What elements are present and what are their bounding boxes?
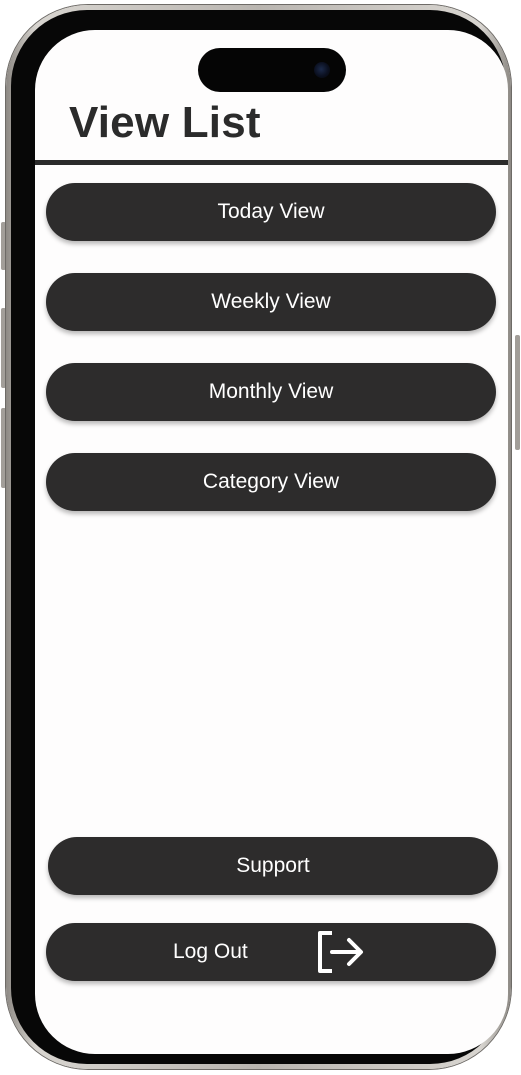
camera-icon: [314, 62, 330, 78]
app-screen: View List Today View Weekly View Monthly…: [35, 30, 508, 1054]
today-view-button[interactable]: Today View: [46, 183, 496, 241]
category-view-button[interactable]: Category View: [46, 453, 496, 511]
dynamic-island: [198, 48, 346, 92]
logout-label: Log Out: [173, 940, 248, 963]
power-button: [515, 335, 520, 450]
phone-mockup: View List Today View Weekly View Monthly…: [0, 0, 521, 1075]
weekly-view-button[interactable]: Weekly View: [46, 273, 496, 331]
monthly-view-button[interactable]: Monthly View: [46, 363, 496, 421]
title-divider: [35, 160, 508, 165]
page-title: View List: [69, 98, 261, 147]
phone-bezel: View List Today View Weekly View Monthly…: [11, 10, 508, 1064]
logout-button[interactable]: Log Out: [46, 923, 496, 981]
logout-icon: [318, 931, 363, 973]
support-button[interactable]: Support: [48, 837, 498, 895]
